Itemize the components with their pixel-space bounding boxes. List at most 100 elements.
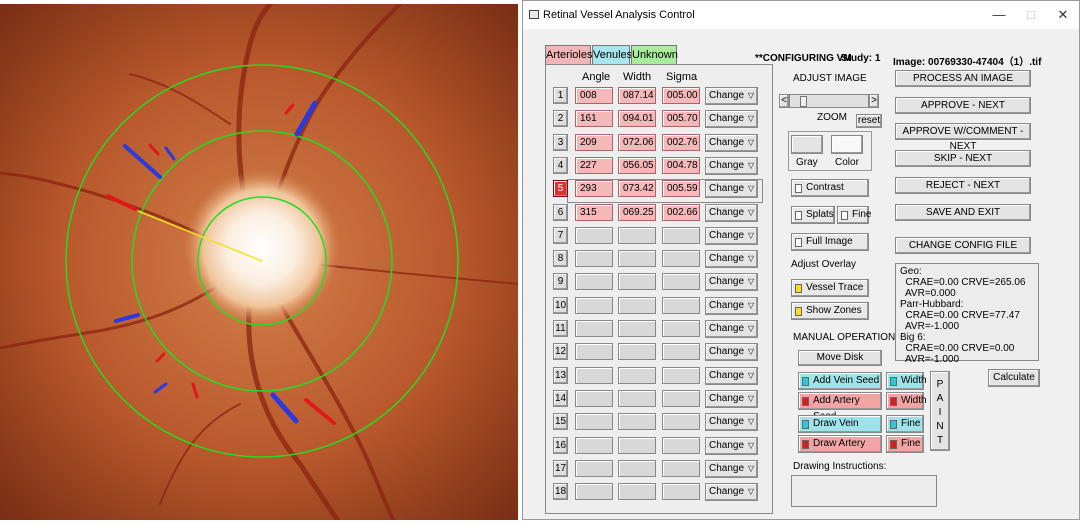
sigma-field[interactable]: 005.59: [662, 180, 700, 197]
row-number-button[interactable]: 11: [553, 320, 568, 337]
sigma-field[interactable]: [662, 390, 700, 407]
fundus-image[interactable]: [0, 4, 518, 520]
angle-field[interactable]: [575, 250, 613, 267]
width-field[interactable]: [618, 413, 656, 430]
row-number-button[interactable]: 13: [553, 367, 568, 384]
angle-field[interactable]: [575, 483, 613, 500]
artery-fine-toggle[interactable]: Fine: [886, 435, 924, 453]
angle-field[interactable]: [575, 273, 613, 290]
sigma-field[interactable]: [662, 227, 700, 244]
zoom-slider[interactable]: [789, 94, 869, 108]
row-number-button[interactable]: 10: [553, 297, 568, 314]
angle-field[interactable]: 227: [575, 157, 613, 174]
vein-fine-toggle[interactable]: Fine: [886, 415, 924, 433]
row-number-button[interactable]: 8: [553, 250, 568, 267]
width-field[interactable]: [618, 437, 656, 454]
angle-field[interactable]: 209: [575, 134, 613, 151]
row-number-button[interactable]: 9: [553, 273, 568, 290]
add-vein-seed-toggle[interactable]: Add Vein Seed: [798, 372, 882, 390]
width-field[interactable]: [618, 273, 656, 290]
save-exit-button[interactable]: SAVE AND EXIT: [895, 204, 1031, 221]
width-field[interactable]: 094.01: [618, 110, 656, 127]
maximize-button[interactable]: □: [1023, 7, 1039, 22]
zoom-right-arrow-button[interactable]: >: [869, 94, 879, 108]
angle-field[interactable]: 161: [575, 110, 613, 127]
angle-field[interactable]: [575, 343, 613, 360]
add-artery-seed-toggle[interactable]: Add Artery Seed: [798, 392, 882, 422]
width-field[interactable]: 056.05: [618, 157, 656, 174]
angle-field[interactable]: [575, 413, 613, 430]
sigma-field[interactable]: [662, 273, 700, 290]
vein-width-toggle[interactable]: Width: [886, 372, 927, 390]
approve-comment-next-button[interactable]: APPROVE W/COMMENT - NEXT: [895, 123, 1031, 152]
close-button[interactable]: ✕: [1055, 7, 1071, 23]
splats-checkbox[interactable]: Splats: [791, 206, 835, 224]
width-field[interactable]: 069.25: [618, 204, 656, 221]
move-disk-button[interactable]: Move Disk: [798, 350, 882, 366]
reset-button[interactable]: reset: [856, 114, 882, 128]
fine-splats-checkbox[interactable]: Fine: [837, 206, 871, 224]
row-number-button[interactable]: 1: [553, 87, 568, 104]
sigma-field[interactable]: [662, 483, 700, 500]
sigma-field[interactable]: [662, 413, 700, 430]
width-field[interactable]: [618, 483, 656, 500]
draw-vein-toggle[interactable]: Draw Vein: [798, 415, 882, 433]
row-number-button[interactable]: 6: [553, 204, 568, 221]
change-dropdown[interactable]: Change ▽: [705, 413, 758, 431]
width-field[interactable]: 087.14: [618, 87, 656, 104]
change-dropdown[interactable]: Change ▽: [705, 390, 758, 408]
row-number-button[interactable]: 2: [553, 110, 568, 127]
tab-venules[interactable]: Venules: [592, 45, 632, 64]
width-field[interactable]: [618, 297, 656, 314]
change-dropdown[interactable]: Change ▽: [705, 460, 758, 478]
row-number-button[interactable]: 4: [553, 157, 568, 174]
change-dropdown[interactable]: Change ▽: [705, 227, 758, 245]
change-dropdown[interactable]: Change ▽: [705, 297, 758, 315]
row-number-button[interactable]: 7: [553, 227, 568, 244]
approve-next-button[interactable]: APPROVE - NEXT: [895, 97, 1031, 114]
reject-next-button[interactable]: REJECT - NEXT: [895, 177, 1031, 194]
width-field[interactable]: [618, 250, 656, 267]
sigma-field[interactable]: [662, 460, 700, 477]
width-field[interactable]: [618, 320, 656, 337]
change-dropdown[interactable]: Change ▽: [705, 273, 758, 291]
minimize-button[interactable]: —: [991, 7, 1007, 22]
angle-field[interactable]: [575, 437, 613, 454]
zoom-slider-thumb[interactable]: [800, 96, 807, 107]
change-dropdown[interactable]: Change ▽: [705, 437, 758, 455]
row-number-button[interactable]: 17: [553, 460, 568, 477]
full-image-checkbox[interactable]: Full Image: [791, 233, 869, 251]
artery-width-toggle[interactable]: Width: [886, 392, 927, 410]
change-dropdown[interactable]: Change ▽: [705, 110, 758, 128]
tab-unknown[interactable]: Unknown: [631, 45, 678, 64]
row-number-button[interactable]: 5: [553, 180, 568, 197]
width-field[interactable]: [618, 367, 656, 384]
sigma-field[interactable]: 002.66: [662, 204, 700, 221]
change-config-file-button[interactable]: CHANGE CONFIG FILE: [895, 237, 1031, 254]
row-number-button[interactable]: 3: [553, 134, 568, 151]
angle-field[interactable]: 008: [575, 87, 613, 104]
gray-swatch-button[interactable]: [791, 135, 823, 154]
change-dropdown[interactable]: Change ▽: [705, 157, 758, 175]
calculate-button[interactable]: Calculate: [988, 369, 1040, 387]
angle-field[interactable]: 315: [575, 204, 613, 221]
process-image-button[interactable]: PROCESS AN IMAGE: [895, 70, 1031, 87]
row-number-button[interactable]: 15: [553, 413, 568, 430]
angle-field[interactable]: [575, 297, 613, 314]
sigma-field[interactable]: [662, 297, 700, 314]
change-dropdown[interactable]: Change ▽: [705, 250, 758, 268]
vessel-trace-checkbox[interactable]: Vessel Trace: [791, 279, 869, 297]
color-swatch-button[interactable]: [831, 135, 863, 154]
angle-field[interactable]: 293: [575, 180, 613, 197]
show-zones-checkbox[interactable]: Show Zones: [791, 302, 869, 320]
sigma-field[interactable]: [662, 437, 700, 454]
row-number-button[interactable]: 14: [553, 390, 568, 407]
sigma-field[interactable]: [662, 320, 700, 337]
change-dropdown[interactable]: Change ▽: [705, 180, 758, 198]
row-number-button[interactable]: 12: [553, 343, 568, 360]
angle-field[interactable]: [575, 320, 613, 337]
angle-field[interactable]: [575, 390, 613, 407]
sigma-field[interactable]: 005.00: [662, 87, 700, 104]
angle-field[interactable]: [575, 460, 613, 477]
tab-arterioles[interactable]: Arterioles: [545, 45, 592, 64]
